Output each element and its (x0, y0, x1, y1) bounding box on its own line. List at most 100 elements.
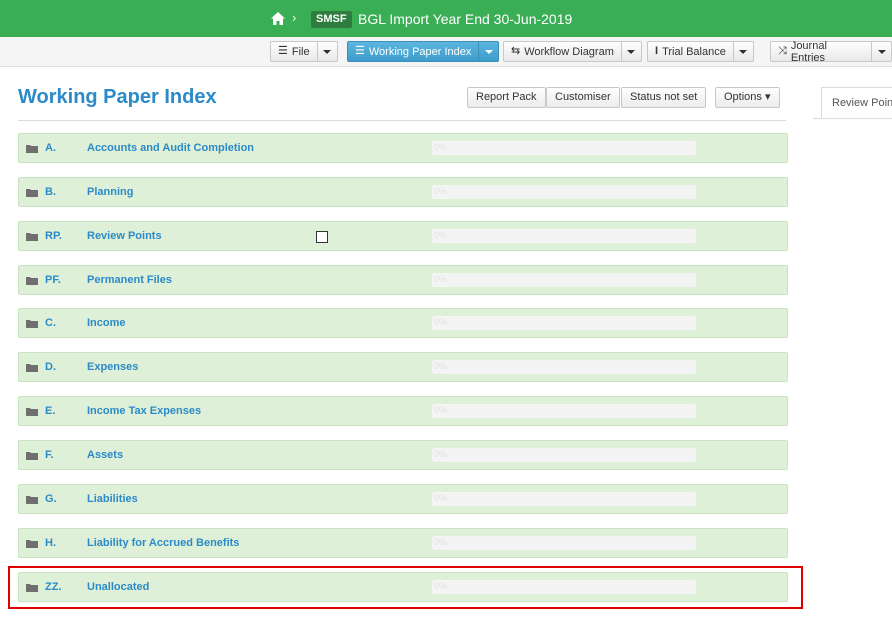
section-code[interactable]: RP. (45, 230, 62, 242)
folder-icon (26, 496, 38, 504)
progress-bar: 0% (432, 316, 696, 330)
progress-bar: 0% (432, 404, 696, 418)
journal-entries-button[interactable]: ⤨ Journal Entries (770, 39, 873, 64)
list-item[interactable]: RP. Review Points 0% (18, 221, 788, 251)
page-title: Working Paper Index (18, 86, 217, 108)
list-item[interactable]: D. Expenses 0% (18, 352, 788, 382)
journal-entries-label: Journal Entries (790, 39, 827, 64)
row-checkbox[interactable] (316, 231, 328, 243)
progress-label: 0% (434, 230, 448, 240)
side-tab-divider (813, 118, 892, 119)
working-paper-index-dropdown-caret[interactable] (479, 41, 500, 62)
list-item[interactable]: PF. Permanent Files 0% (18, 265, 788, 295)
progress-bar: 0% (432, 273, 696, 287)
header-divider (18, 120, 786, 121)
file-button-label: File (291, 45, 310, 58)
progress-bar: 0% (432, 448, 696, 462)
folder-icon (26, 452, 38, 460)
trial-balance-menu: I Trial Balance (647, 41, 754, 62)
section-code[interactable]: B. (45, 186, 56, 198)
workflow-diagram-dropdown-caret[interactable] (621, 41, 642, 62)
progress-label: 0% (434, 317, 448, 327)
smsf-badge: SMSF (311, 11, 352, 28)
list-item[interactable]: C. Income 0% (18, 308, 788, 338)
section-code[interactable]: D. (45, 361, 56, 373)
section-name-link[interactable]: Income Tax Expenses (87, 405, 201, 417)
section-name-link[interactable]: Planning (87, 186, 133, 198)
status-button[interactable]: Status not set (621, 87, 707, 108)
section-code[interactable]: C. (45, 317, 56, 329)
section-name-link[interactable]: Review Points (87, 230, 162, 242)
breadcrumb-chevron-icon: › (292, 10, 297, 25)
progress-bar: 0% (432, 229, 696, 243)
toolbar: ☰ File ☰ Working Paper Index ⇆ Workflow … (0, 37, 892, 67)
section-name-link[interactable]: Permanent Files (87, 274, 172, 286)
trial-balance-label: Trial Balance (662, 45, 726, 58)
workflow-diagram-button[interactable]: ⇆ Workflow Diagram (503, 41, 622, 62)
list-item[interactable]: A. Accounts and Audit Completion 0% (18, 133, 788, 163)
progress-bar: 0% (432, 185, 696, 199)
section-name-link[interactable]: Expenses (87, 361, 138, 373)
progress-bar: 0% (432, 141, 696, 155)
folder-icon (26, 320, 38, 328)
folder-icon (26, 277, 38, 285)
shuffle-icon: ⤨ (778, 45, 787, 57)
home-icon[interactable] (271, 12, 285, 25)
progress-label: 0% (434, 493, 448, 503)
file-dropdown-caret[interactable] (317, 41, 338, 62)
file-button[interactable]: ☰ File (270, 41, 318, 62)
section-name-link[interactable]: Liabilities (87, 493, 138, 505)
progress-bar: 0% (432, 536, 696, 550)
section-code[interactable]: G. (45, 493, 57, 505)
trial-balance-dropdown-caret[interactable] (733, 41, 754, 62)
folder-icon (26, 364, 38, 372)
section-code[interactable]: H. (45, 537, 56, 549)
section-name-link[interactable]: Accounts and Audit Completion (87, 142, 254, 154)
trial-balance-button[interactable]: I Trial Balance (647, 41, 734, 62)
progress-label: 0% (434, 449, 448, 459)
tab-review-points[interactable]: Review Points (821, 87, 892, 118)
section-code[interactable]: A. (45, 142, 56, 154)
section-code[interactable]: E. (45, 405, 55, 417)
list-icon: ☰ (355, 45, 365, 57)
report-pack-button[interactable]: Report Pack (467, 87, 546, 108)
working-paper-index-menu: ☰ Working Paper Index (347, 41, 500, 62)
list-item[interactable]: F. Assets 0% (18, 440, 788, 470)
list-icon: ☰ (278, 45, 288, 57)
progress-label: 0% (434, 274, 448, 284)
journal-entries-dropdown-caret[interactable] (872, 41, 892, 62)
list-item[interactable]: B. Planning 0% (18, 177, 788, 207)
progress-label: 0% (434, 537, 448, 547)
text-height-icon: I (655, 45, 659, 57)
file-menu: ☰ File (270, 41, 338, 62)
progress-label: 0% (434, 186, 448, 196)
highlight-box (8, 566, 803, 609)
list-item[interactable]: H. Liability for Accrued Benefits 0% (18, 528, 788, 558)
top-bar: › SMSF BGL Import Year End 30-Jun-2019 (0, 0, 892, 37)
section-code[interactable]: PF. (45, 274, 61, 286)
working-paper-index-label: Working Paper Index (368, 45, 472, 58)
progress-label: 0% (434, 361, 448, 371)
progress-label: 0% (434, 405, 448, 415)
workflow-diagram-menu: ⇆ Workflow Diagram (503, 41, 642, 62)
section-name-link[interactable]: Assets (87, 449, 123, 461)
section-code[interactable]: F. (45, 449, 54, 461)
folder-icon (26, 189, 38, 197)
customiser-button[interactable]: Customiser (546, 87, 620, 108)
section-name-link[interactable]: Liability for Accrued Benefits (87, 537, 239, 549)
folder-icon (26, 145, 38, 153)
journal-entries-menu: ⤨ Journal Entries (770, 39, 892, 64)
progress-bar: 0% (432, 492, 696, 506)
folder-icon (26, 408, 38, 416)
list-item[interactable]: E. Income Tax Expenses 0% (18, 396, 788, 426)
progress-bar: 0% (432, 360, 696, 374)
workflow-diagram-label: Workflow Diagram (524, 45, 614, 58)
job-title: BGL Import Year End 30-Jun-2019 (358, 11, 573, 27)
folder-icon (26, 233, 38, 241)
section-name-link[interactable]: Income (87, 317, 126, 329)
progress-label: 0% (434, 142, 448, 152)
folder-icon (26, 540, 38, 548)
options-button[interactable]: Options ▾ (715, 87, 780, 108)
working-paper-index-button[interactable]: ☰ Working Paper Index (347, 41, 480, 62)
list-item[interactable]: G. Liabilities 0% (18, 484, 788, 514)
